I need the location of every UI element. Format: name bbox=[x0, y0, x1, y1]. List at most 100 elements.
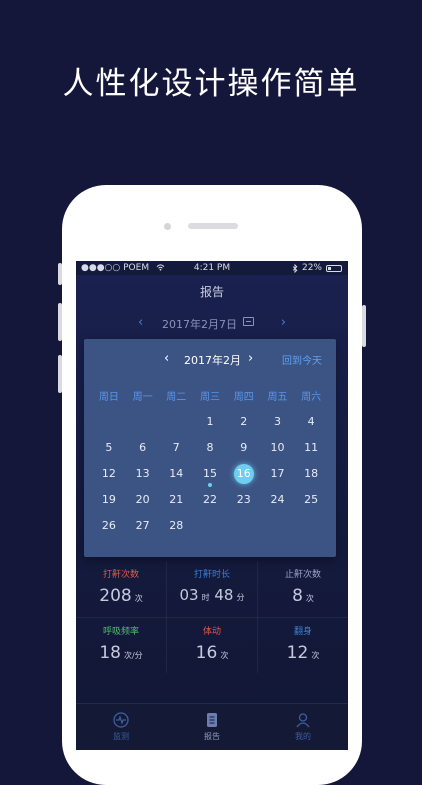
volume-up-button bbox=[58, 303, 62, 341]
earpiece-speaker bbox=[188, 223, 238, 229]
calendar-header: ‹ 2017年2月 › 回到今天 bbox=[84, 351, 336, 367]
calendar-day[interactable]: 17 bbox=[261, 461, 295, 487]
status-right: 22% bbox=[292, 263, 342, 273]
weekday-header: 周日 周一 周二 周三 周四 周五 周六 bbox=[92, 388, 328, 403]
promo-headline: 人性化设计操作简单 bbox=[62, 66, 360, 102]
calendar-day[interactable]: 22 bbox=[193, 487, 227, 513]
battery-percent: 22% bbox=[301, 263, 322, 273]
phone-frame: ●●●○○ POEM 4:21 PM 22% 报告 ‹ 2017年2月7日 › … bbox=[58, 185, 366, 785]
stat-turn-over[interactable]: 翻身 12 次 bbox=[258, 618, 348, 674]
weekday-label: 周二 bbox=[166, 392, 187, 403]
bluetooth-icon bbox=[292, 263, 298, 273]
prev-month-icon[interactable]: ‹ bbox=[164, 351, 169, 366]
weekday-label: 周日 bbox=[98, 392, 119, 403]
report-icon bbox=[204, 712, 220, 728]
weekday-label: 周五 bbox=[267, 392, 288, 403]
stat-value: 18 次/分 bbox=[99, 643, 143, 663]
tab-profile[interactable]: 我的 bbox=[258, 712, 348, 742]
tab-monitor[interactable]: 监测 bbox=[76, 712, 166, 742]
stat-snore-duration[interactable]: 打鼾时长 03 时 48 分 bbox=[167, 561, 257, 617]
stat-value: 208 次 bbox=[99, 586, 143, 606]
weekday-label: 周三 bbox=[200, 392, 221, 403]
calendar-month-title: 2017年2月 bbox=[184, 354, 241, 367]
weekday-label: 周四 bbox=[233, 392, 254, 403]
tab-label: 我的 bbox=[295, 732, 311, 741]
chevron-right-icon[interactable]: › bbox=[281, 315, 286, 330]
volume-down-button bbox=[58, 355, 62, 393]
calendar-day[interactable]: 12 bbox=[92, 461, 126, 487]
stats-grid: 打鼾次数 208 次 打鼾时长 03 时 48 分 止鼾次数 8次 呼吸频率 18 次/… bbox=[76, 561, 348, 673]
calendar-day[interactable]: 24 bbox=[261, 487, 295, 513]
status-bar: ●●●○○ POEM 4:21 PM 22% bbox=[76, 261, 348, 275]
mute-switch bbox=[58, 263, 62, 285]
calendar-week-row: 19 20 21 22 23 24 25 bbox=[92, 487, 328, 513]
tab-report[interactable]: 报告 bbox=[167, 712, 257, 742]
calendar-empty-cell bbox=[193, 513, 227, 539]
calendar-day[interactable]: 26 bbox=[92, 513, 126, 539]
calendar-day[interactable]: 18 bbox=[294, 461, 328, 487]
stat-value: 12 次 bbox=[286, 643, 320, 663]
stat-stop-snore-count[interactable]: 止鼾次数 8次 bbox=[258, 561, 348, 617]
date-selector: ‹ 2017年2月7日 › bbox=[76, 315, 348, 333]
stat-label: 止鼾次数 bbox=[284, 570, 321, 580]
stat-value: 03 时 48 分 bbox=[179, 586, 245, 604]
calendar-empty-cell bbox=[227, 513, 261, 539]
calendar-week-row: 1234 bbox=[92, 409, 328, 435]
calendar-day[interactable]: 4 bbox=[294, 409, 328, 435]
calendar-day[interactable]: 23 bbox=[227, 487, 261, 513]
front-camera bbox=[164, 223, 171, 230]
calendar-day[interactable]: 5 bbox=[92, 435, 126, 461]
calendar-day[interactable]: 16 bbox=[227, 461, 261, 487]
calendar-empty-cell bbox=[92, 409, 126, 435]
calendar-day[interactable]: 11 bbox=[294, 435, 328, 461]
calendar-day[interactable]: 3 bbox=[261, 409, 295, 435]
calendar-week-row: 26 27 28 bbox=[92, 513, 328, 539]
monitor-icon bbox=[113, 712, 129, 728]
battery-icon bbox=[326, 264, 342, 272]
calendar-day[interactable]: 2 bbox=[227, 409, 261, 435]
selected-date[interactable]: 2017年2月7日 bbox=[162, 316, 237, 332]
calendar-day[interactable]: 13 bbox=[126, 461, 160, 487]
stat-value: 8次 bbox=[292, 586, 314, 606]
stat-label: 呼吸频率 bbox=[102, 627, 139, 637]
chevron-left-icon[interactable]: ‹ bbox=[138, 315, 143, 330]
stat-body-movement[interactable]: 体动 16 次 bbox=[167, 618, 257, 674]
calendar-day[interactable]: 21 bbox=[159, 487, 193, 513]
calendar-empty-cell bbox=[159, 409, 193, 435]
calendar-day[interactable]: 7 bbox=[159, 435, 193, 461]
profile-icon bbox=[295, 712, 311, 728]
calendar-day[interactable]: 9 bbox=[227, 435, 261, 461]
stat-snore-count[interactable]: 打鼾次数 208 次 bbox=[76, 561, 166, 617]
calendar-empty-cell bbox=[294, 513, 328, 539]
calendar-day[interactable]: 10 bbox=[261, 435, 295, 461]
app-screen: ●●●○○ POEM 4:21 PM 22% 报告 ‹ 2017年2月7日 › … bbox=[76, 261, 348, 750]
calendar-icon[interactable] bbox=[243, 317, 254, 326]
calendar-day[interactable]: 20 bbox=[126, 487, 160, 513]
calendar-day[interactable]: 1 bbox=[193, 409, 227, 435]
calendar-day[interactable]: 14 bbox=[159, 461, 193, 487]
stat-breath-rate[interactable]: 呼吸频率 18 次/分 bbox=[76, 618, 166, 674]
tab-label: 报告 bbox=[204, 732, 220, 741]
stat-label: 打鼾次数 bbox=[102, 570, 139, 580]
stat-value: 16 次 bbox=[195, 643, 229, 663]
calendar-empty-cell bbox=[126, 409, 160, 435]
calendar-day[interactable]: 6 bbox=[126, 435, 160, 461]
calendar-day[interactable]: 25 bbox=[294, 487, 328, 513]
calendar-day[interactable]: 28 bbox=[159, 513, 193, 539]
stat-label: 打鼾时长 bbox=[193, 570, 230, 580]
stat-label: 体动 bbox=[202, 627, 221, 637]
page-title: 报告 bbox=[199, 285, 224, 299]
calendar-popup: ‹ 2017年2月 › 回到今天 周日 周一 周二 周三 周四 周五 周六 12… bbox=[84, 339, 336, 557]
weekday-label: 周六 bbox=[301, 392, 322, 403]
calendar-day[interactable]: 15 bbox=[193, 461, 227, 487]
tab-label: 监测 bbox=[113, 732, 129, 741]
calendar-day[interactable]: 27 bbox=[126, 513, 160, 539]
next-month-icon[interactable]: › bbox=[248, 351, 253, 366]
calendar-day[interactable]: 19 bbox=[92, 487, 126, 513]
calendar-day[interactable]: 8 bbox=[193, 435, 227, 461]
back-to-today-button[interactable]: 回到今天 bbox=[282, 352, 322, 367]
calendar-week-row: 12 13 14 15 16 17 18 bbox=[92, 461, 328, 487]
weekday-label: 周一 bbox=[132, 392, 153, 403]
calendar-empty-cell bbox=[261, 513, 295, 539]
tab-bar: 监测 报告 我的 bbox=[76, 703, 348, 750]
